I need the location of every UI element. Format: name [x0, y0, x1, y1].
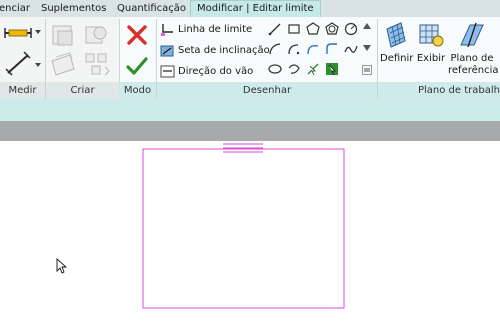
close-icon[interactable]	[125, 24, 149, 46]
circumscribed-polygon-icon[interactable]	[325, 22, 339, 36]
gallery-scroll-down-icon[interactable]	[363, 45, 371, 51]
create-parts-icon[interactable]	[48, 51, 80, 77]
spline-tool-icon[interactable]	[344, 42, 358, 56]
chevron-down-icon[interactable]	[35, 30, 41, 34]
reference-plane-label-line2: referência	[448, 65, 499, 76]
span-direction-icon[interactable]	[160, 65, 176, 79]
span-direction-button[interactable]: Direção do vão	[178, 65, 253, 79]
panel-label-desenhar[interactable]: Desenhar	[157, 82, 377, 99]
panel-label-plano-de-trabalho[interactable]: Plano de trabalh	[378, 82, 500, 99]
slope-symbol	[223, 143, 263, 153]
pick-lines-icon[interactable]	[306, 62, 320, 76]
measure-icon[interactable]	[4, 25, 34, 41]
start-end-arc-icon[interactable]	[268, 42, 282, 56]
reference-plane-icon[interactable]	[458, 21, 486, 49]
panel-label-medir[interactable]: Medir	[0, 82, 45, 99]
revit-window: enciar Suplementos Quantificação Modific…	[0, 0, 500, 322]
tab-modificar-editar-limite[interactable]: Modificar | Editar limite	[190, 0, 321, 18]
options-bar	[0, 99, 500, 121]
set-workplane-button[interactable]: Definir	[380, 53, 413, 65]
ribbon-tab-bar: enciar Suplementos Quantificação Modific…	[0, 0, 500, 18]
view-tab-bar	[0, 121, 500, 141]
show-workplane-icon[interactable]	[418, 21, 444, 49]
line-tool-icon[interactable]	[268, 22, 282, 36]
reference-plane-label-line1: Plano de	[450, 53, 494, 64]
drawing-canvas[interactable]	[0, 141, 500, 322]
circle-tool-icon[interactable]	[344, 22, 358, 36]
boundary-sketch[interactable]	[142, 148, 345, 309]
dimension-icon[interactable]	[4, 51, 34, 77]
tab-quantificacao[interactable]: Quantificação	[117, 0, 186, 17]
gallery-scroll-up-icon[interactable]	[363, 23, 371, 29]
create-component-icon[interactable]	[50, 23, 78, 49]
fillet-arc-icon[interactable]	[325, 42, 339, 56]
inscribed-polygon-icon[interactable]	[306, 22, 320, 36]
gallery-expand-icon[interactable]	[362, 65, 372, 75]
boundary-line-icon[interactable]	[160, 23, 176, 37]
ribbon: Medir Criar Modo Linha de limite Seta de…	[0, 17, 500, 99]
tab-suplementos[interactable]: Suplementos	[41, 0, 106, 17]
panel-label-criar[interactable]: Criar	[46, 82, 119, 99]
chevron-down-icon[interactable]	[35, 63, 41, 67]
slope-arrow-button[interactable]: Seta de inclinação	[178, 44, 270, 58]
tab-gerenciar[interactable]: enciar	[0, 0, 30, 17]
tangent-arc-icon[interactable]	[306, 42, 320, 56]
ellipse-tool-icon[interactable]	[268, 62, 282, 76]
create-group-icon[interactable]	[82, 23, 110, 49]
mouse-cursor-icon	[56, 257, 68, 274]
show-workplane-button[interactable]: Exibir	[415, 53, 447, 65]
reference-plane-label[interactable]: Plano de referência	[448, 53, 499, 77]
panel-label-modo[interactable]: Modo	[119, 82, 156, 99]
sketch-layer	[56, 143, 345, 309]
slope-arrow-icon[interactable]	[160, 44, 176, 58]
checkmark-icon[interactable]	[125, 55, 149, 77]
create-assembly-icon[interactable]	[83, 51, 111, 77]
pick-supports-icon[interactable]	[325, 62, 339, 76]
set-workplane-icon[interactable]	[383, 21, 409, 49]
rectangle-tool-icon[interactable]	[287, 22, 301, 36]
partial-ellipse-icon[interactable]	[287, 62, 301, 76]
boundary-line-button[interactable]: Linha de limite	[178, 23, 252, 37]
center-arc-icon[interactable]	[287, 42, 301, 56]
